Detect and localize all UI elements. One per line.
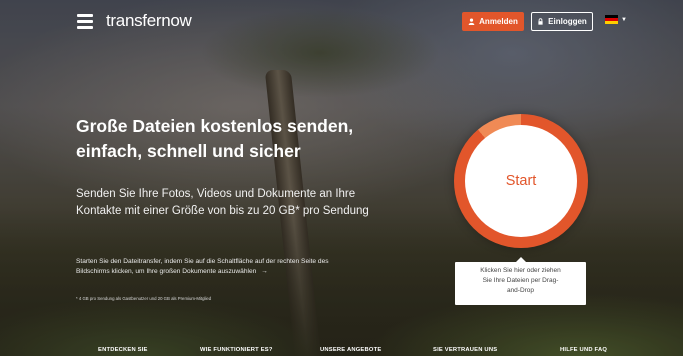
signup-button[interactable]: Anmelden	[462, 12, 524, 31]
lock-icon	[538, 18, 543, 25]
footer-nav-discover[interactable]: ENTDECKEN SIE	[98, 347, 148, 353]
login-button[interactable]: Einloggen	[531, 12, 593, 31]
language-selector[interactable]: ▼	[605, 15, 627, 24]
hero-subline: Senden Sie Ihre Fotos, Videos und Dokume…	[76, 188, 369, 217]
login-label: Einloggen	[548, 17, 587, 26]
hero-headline: Große Dateien kostenlos senden, einfach,…	[76, 116, 354, 161]
arrow-right-icon: →	[261, 268, 268, 275]
user-icon	[468, 18, 475, 25]
footer-nav-trust[interactable]: SIE VERTRAUEN UNS	[433, 347, 497, 353]
footer-nav-how-it-works[interactable]: WIE FUNKTIONIERT ES?	[200, 347, 273, 353]
header: transfernow Anmelden Einloggen ▼	[0, 0, 683, 44]
size-footnote: * 4 GB pro Sendung als Gastbenutzer und …	[76, 296, 212, 301]
footer-nav-help[interactable]: HILFE UND FAQ	[560, 347, 607, 353]
start-inner-circle: Start	[465, 125, 577, 237]
chevron-down-icon: ▼	[621, 16, 627, 23]
start-label: Start	[505, 173, 537, 189]
start-button[interactable]: Start	[454, 114, 588, 248]
de-flag-icon	[605, 15, 618, 24]
signup-label: Anmelden	[479, 17, 518, 26]
start-tooltip: Klicken Sie hier oder ziehen Sie Ihre Da…	[455, 257, 586, 305]
footer-nav-offers[interactable]: UNSERE ANGEBOTE	[320, 347, 381, 353]
logo[interactable]: transfernow	[106, 11, 192, 31]
hero-description: Starten Sie den Dateitransfer, indem Sie…	[76, 258, 329, 275]
footer-nav: ENTDECKEN SIE WIE FUNKTIONIERT ES? UNSER…	[0, 347, 683, 356]
hamburger-menu-icon[interactable]	[77, 14, 93, 29]
